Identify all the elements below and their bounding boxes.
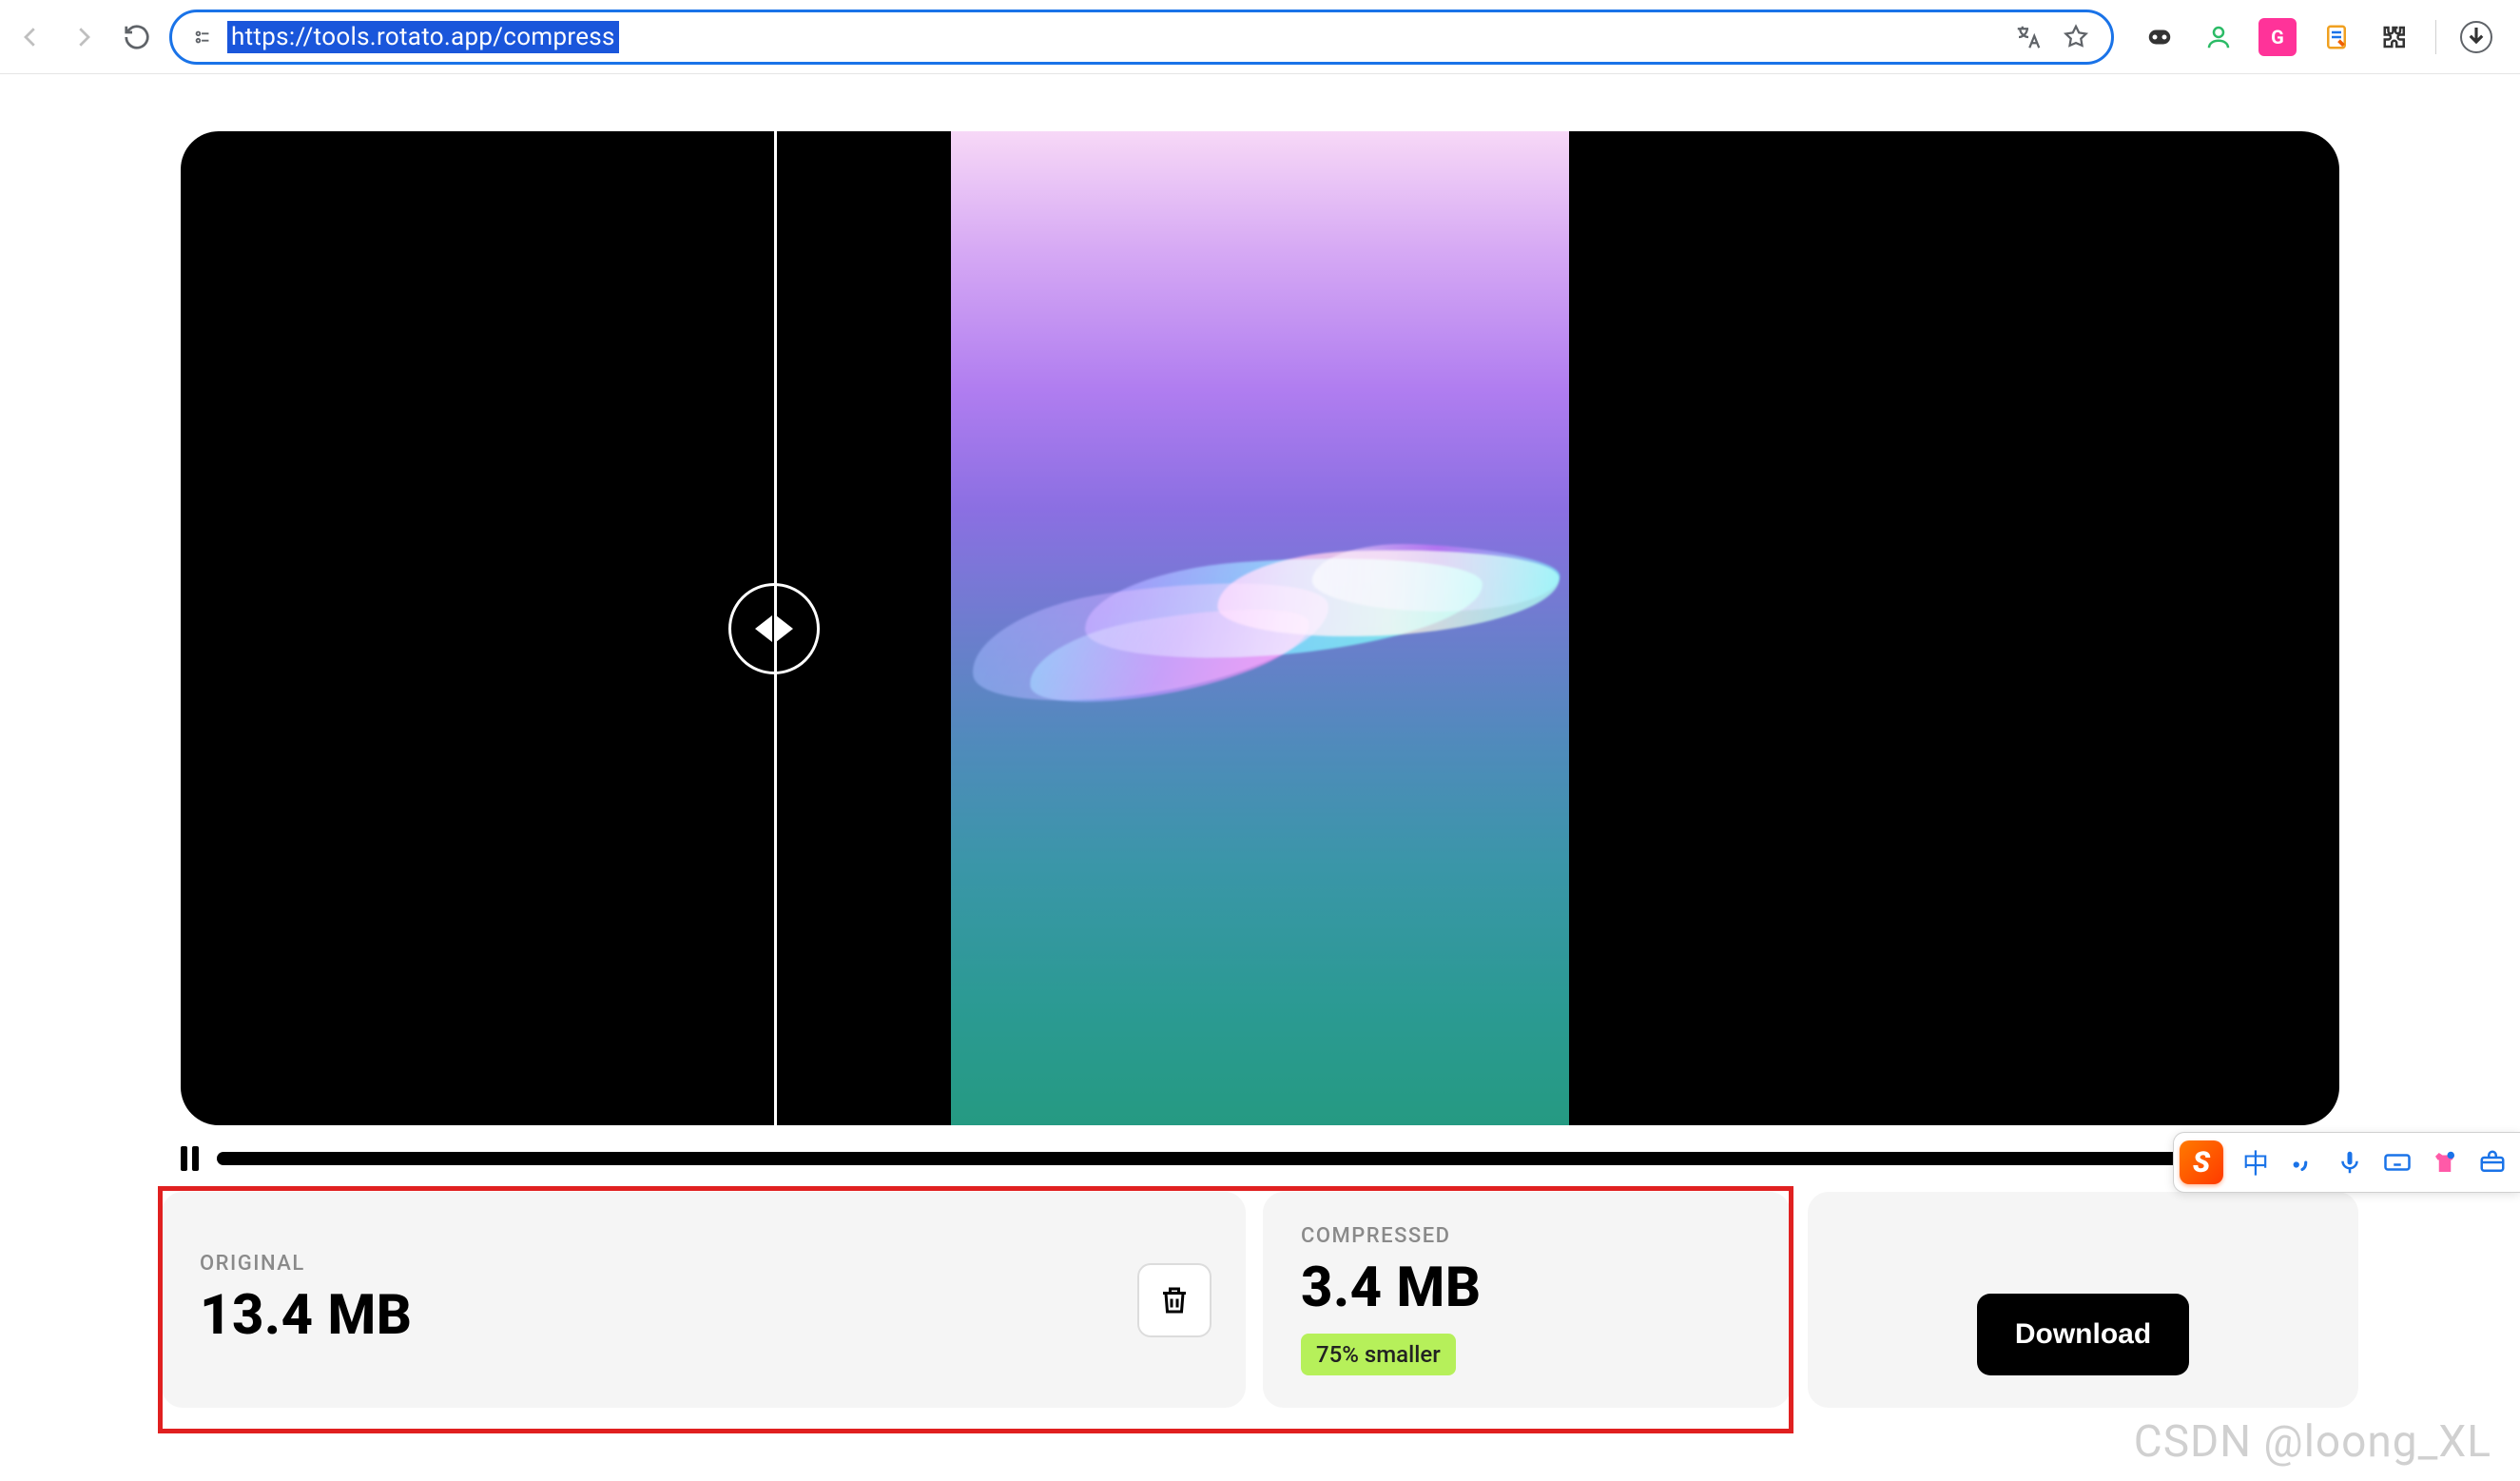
ime-logo-icon[interactable]: S (2180, 1140, 2223, 1184)
extension-icon-1[interactable] (2141, 18, 2179, 56)
site-info-icon[interactable] (189, 28, 216, 47)
compressed-card: COMPRESSED 3.4 MB 75% smaller (1263, 1192, 1791, 1408)
ime-language-indicator[interactable]: 中 (2242, 1143, 2269, 1181)
ime-toolbar[interactable]: S 中 (2173, 1132, 2520, 1193)
bookmark-star-icon[interactable] (2058, 19, 2094, 55)
original-label: ORIGINAL (200, 1252, 1208, 1276)
video-compare-stage (181, 131, 2339, 1125)
reload-button[interactable] (116, 16, 158, 58)
back-button[interactable] (10, 16, 51, 58)
ime-keyboard-icon[interactable] (2383, 1148, 2412, 1177)
extensions-puzzle-icon[interactable] (2376, 18, 2414, 56)
video-timeline (181, 1146, 2339, 1171)
compare-slider-handle[interactable] (728, 583, 820, 674)
url-text: https://tools.rotato.app/compress (227, 21, 619, 53)
ime-voice-icon[interactable] (2336, 1148, 2364, 1177)
translate-icon[interactable] (2010, 19, 2046, 55)
chevron-right-icon (776, 615, 793, 642)
extension-icon-4[interactable] (2317, 18, 2355, 56)
page-content: ORIGINAL 13.4 MB COMPRESSED 3.4 MB 75% s… (0, 74, 2520, 1408)
extension-icons: G (2125, 18, 2510, 56)
forward-button[interactable] (63, 16, 105, 58)
watermark-text: CSDN @loong_XL (2134, 1416, 2491, 1468)
ime-toolbox-icon[interactable] (2478, 1148, 2507, 1177)
extension-icon-2[interactable] (2200, 18, 2238, 56)
compressed-size: 3.4 MB (1301, 1256, 1753, 1320)
download-button[interactable]: Download (1977, 1294, 2189, 1375)
compressed-label: COMPRESSED (1301, 1224, 1753, 1248)
browser-toolbar: https://tools.rotato.app/compress G (0, 0, 2520, 74)
ime-punctuation-icon[interactable] (2288, 1148, 2316, 1177)
delete-original-button[interactable] (1137, 1263, 1212, 1337)
ime-skin-icon[interactable] (2431, 1148, 2459, 1177)
trash-icon (1157, 1283, 1192, 1317)
video-subject-graphic (913, 531, 1598, 721)
stats-row: ORIGINAL 13.4 MB COMPRESSED 3.4 MB 75% s… (162, 1192, 2358, 1408)
original-size: 13.4 MB (200, 1283, 1208, 1348)
video-preview (951, 131, 1569, 1125)
extension-icon-3[interactable]: G (2258, 18, 2297, 56)
address-bar[interactable]: https://tools.rotato.app/compress (169, 10, 2114, 65)
downloads-icon[interactable] (2457, 18, 2495, 56)
original-card: ORIGINAL 13.4 MB (162, 1192, 1246, 1408)
download-card: Download (1808, 1192, 2358, 1408)
savings-badge: 75% smaller (1301, 1334, 1456, 1375)
chevron-left-icon (755, 615, 772, 642)
timeline-track[interactable] (217, 1152, 2339, 1165)
toolbar-separator (2435, 20, 2436, 54)
pause-icon[interactable] (181, 1146, 204, 1171)
